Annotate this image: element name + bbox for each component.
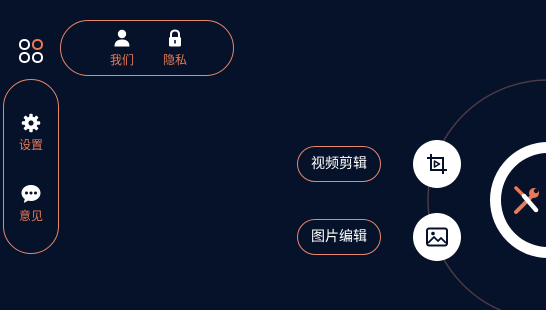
top-menu: 我们 隐私 <box>60 20 234 76</box>
image-edit-label[interactable]: 图片编辑 <box>297 219 381 255</box>
image-icon <box>426 227 448 247</box>
video-edit-label[interactable]: 视频剪辑 <box>297 146 381 182</box>
lock-icon <box>169 29 181 47</box>
user-icon <box>114 29 130 47</box>
video-edit-button[interactable] <box>413 140 461 188</box>
apps-grid-icon[interactable] <box>18 38 44 64</box>
image-edit-button[interactable] <box>413 213 461 261</box>
menu-item-about[interactable]: 我们 <box>102 29 142 68</box>
side-menu: 设置 意见 <box>3 79 59 254</box>
menu-item-label: 我们 <box>109 53 134 67</box>
side-item-label: 设置 <box>18 138 43 152</box>
menu-item-label: 隐私 <box>162 53 187 67</box>
gear-icon <box>21 113 41 133</box>
side-item-feedback[interactable]: 意见 <box>4 184 58 224</box>
menu-item-privacy[interactable]: 隐私 <box>155 29 195 68</box>
side-item-settings[interactable]: 设置 <box>4 113 58 153</box>
side-item-label: 意见 <box>18 209 43 223</box>
crop-play-icon <box>427 154 447 174</box>
chat-bubble-icon <box>21 185 41 203</box>
main-tools-button[interactable] <box>470 134 546 268</box>
